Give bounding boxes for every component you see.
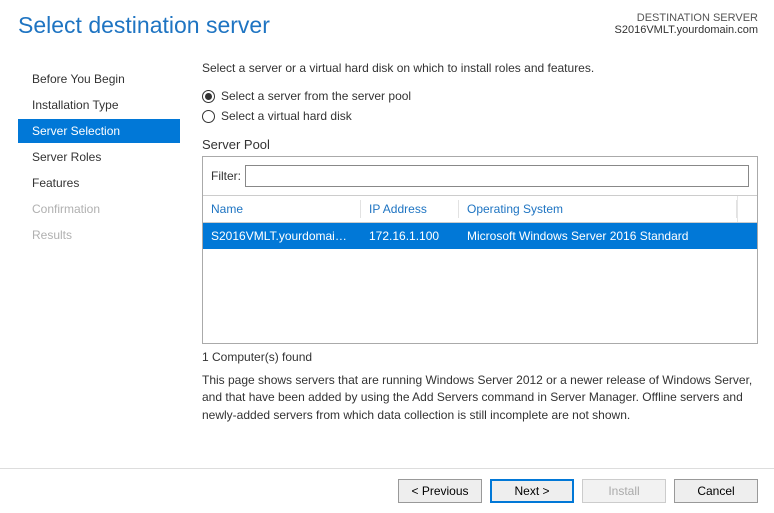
computers-found-label: 1 Computer(s) found: [202, 350, 758, 364]
sidebar-item-label: Server Selection: [32, 124, 120, 138]
page-title: Select destination server: [18, 12, 270, 39]
sidebar-item-server-roles[interactable]: Server Roles: [18, 145, 180, 169]
server-pool-label: Server Pool: [202, 137, 758, 152]
cell-ip: 172.16.1.100: [361, 223, 459, 249]
filter-row: Filter:: [203, 157, 757, 196]
server-pool-box: Filter: Name IP Address Operating System…: [202, 156, 758, 344]
sidebar-item-label: Before You Begin: [32, 72, 125, 86]
column-header-ip[interactable]: IP Address: [361, 196, 459, 222]
help-text: This page shows servers that are running…: [202, 372, 758, 424]
destination-server: S2016VMLT.yourdomain.com: [615, 24, 758, 36]
column-header-spacer: [737, 196, 757, 222]
radio-label: Select a server from the server pool: [221, 89, 411, 103]
sidebar-item-label: Installation Type: [32, 98, 119, 112]
radio-virtual-hard-disk[interactable]: Select a virtual hard disk: [202, 109, 758, 123]
wizard-footer: < Previous Next > Install Cancel: [0, 468, 774, 513]
table-row[interactable]: S2016VMLT.yourdomain.... 172.16.1.100 Mi…: [203, 223, 757, 249]
radio-label: Select a virtual hard disk: [221, 109, 352, 123]
cell-name: S2016VMLT.yourdomain....: [203, 223, 361, 249]
server-table-header: Name IP Address Operating System: [203, 196, 757, 223]
radio-icon: [202, 90, 215, 103]
sidebar-item-label: Results: [32, 228, 72, 242]
sidebar-item-label: Features: [32, 176, 79, 190]
sidebar-item-label: Server Roles: [32, 150, 101, 164]
cancel-button[interactable]: Cancel: [674, 479, 758, 503]
sidebar-item-before-you-begin[interactable]: Before You Begin: [18, 67, 180, 91]
sidebar-item-confirmation: Confirmation: [18, 197, 180, 221]
radio-server-pool[interactable]: Select a server from the server pool: [202, 89, 758, 103]
destination-label: DESTINATION SERVER: [615, 12, 758, 24]
server-table-body: S2016VMLT.yourdomain.... 172.16.1.100 Mi…: [203, 223, 757, 343]
column-header-os[interactable]: Operating System: [459, 196, 737, 222]
filter-input[interactable]: [245, 165, 749, 187]
cell-os: Microsoft Windows Server 2016 Standard: [459, 223, 757, 249]
install-button: Install: [582, 479, 666, 503]
sidebar-item-server-selection[interactable]: Server Selection: [18, 119, 180, 143]
sidebar-item-results: Results: [18, 223, 180, 247]
previous-button[interactable]: < Previous: [398, 479, 482, 503]
wizard-sidebar: Before You Begin Installation Type Serve…: [18, 51, 180, 424]
main-panel: Select a server or a virtual hard disk o…: [202, 51, 758, 424]
instruction-text: Select a server or a virtual hard disk o…: [202, 61, 758, 75]
destination-block: DESTINATION SERVER S2016VMLT.yourdomain.…: [615, 12, 758, 36]
sidebar-item-installation-type[interactable]: Installation Type: [18, 93, 180, 117]
column-header-name[interactable]: Name: [203, 196, 361, 222]
sidebar-item-label: Confirmation: [32, 202, 100, 216]
filter-label: Filter:: [211, 169, 241, 183]
radio-icon: [202, 110, 215, 123]
next-button[interactable]: Next >: [490, 479, 574, 503]
sidebar-item-features[interactable]: Features: [18, 171, 180, 195]
